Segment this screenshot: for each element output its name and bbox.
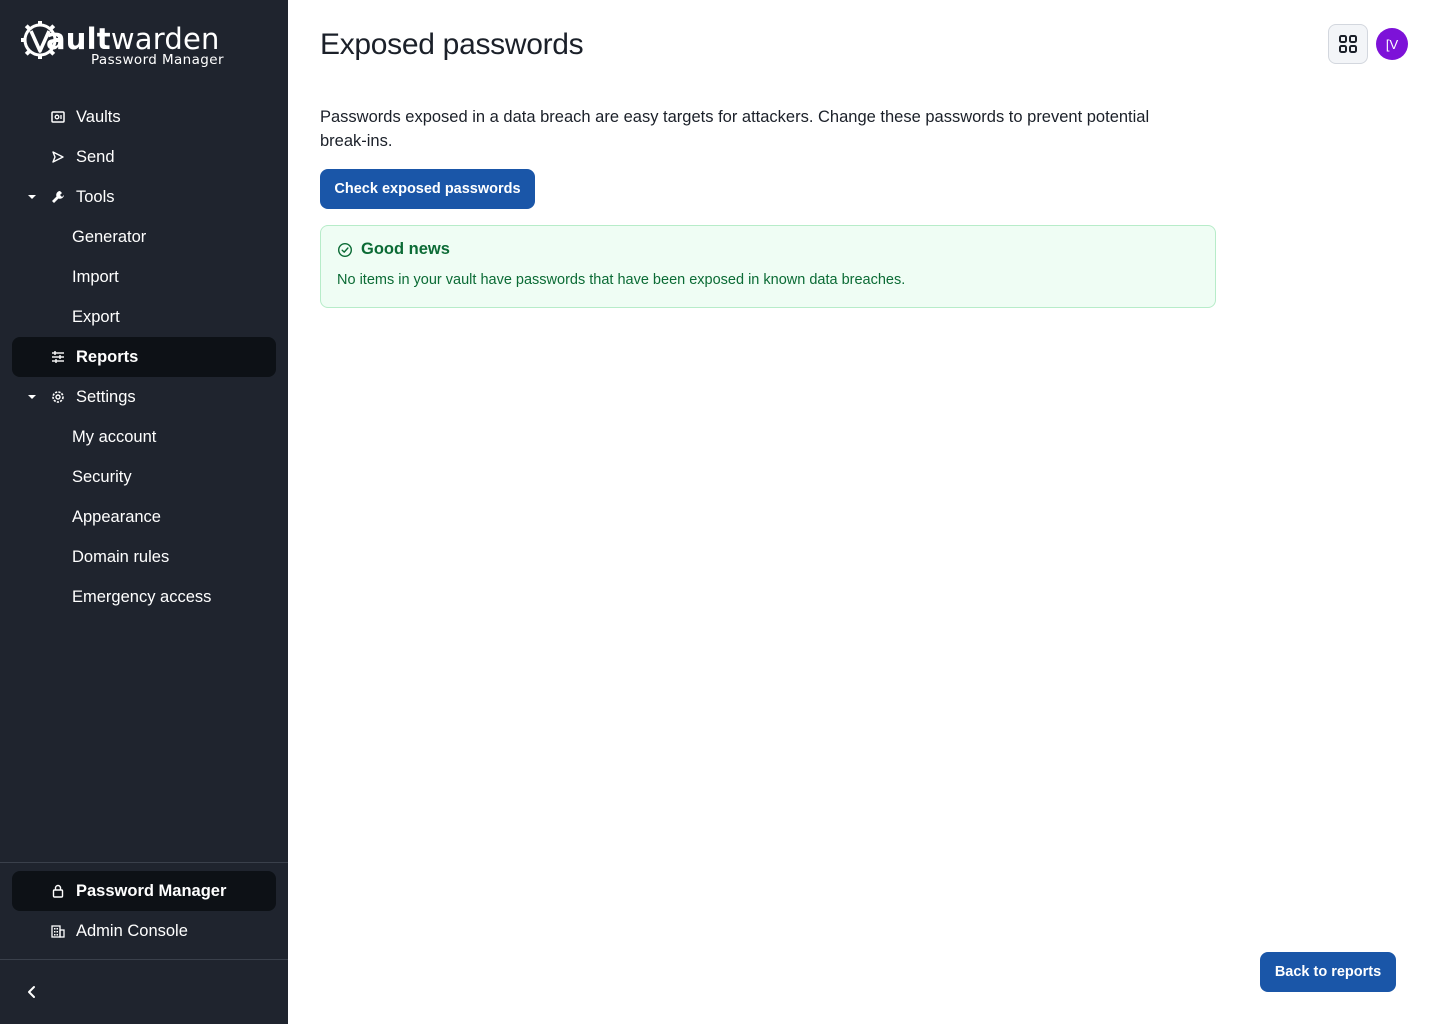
- sidebar-item-send[interactable]: Send: [12, 137, 276, 177]
- sidebar: aultwarden Password Manager Vaults Send …: [0, 0, 288, 1024]
- sidebar-item-label: My account: [72, 428, 157, 446]
- sidebar-item-label: Appearance: [72, 508, 161, 526]
- product-password-manager[interactable]: Password Manager: [12, 871, 276, 911]
- page-description: Passwords exposed in a data breach are e…: [320, 108, 1150, 150]
- lock-icon: [52, 884, 64, 898]
- sidebar-item-label: Tools: [76, 188, 115, 206]
- sidebar-item-vaults[interactable]: Vaults: [12, 97, 276, 137]
- product-switcher-button[interactable]: [1328, 24, 1368, 64]
- check-exposed-passwords-button[interactable]: Check exposed passwords: [320, 169, 535, 209]
- brand-subtitle: Password Manager: [91, 52, 224, 68]
- product-switcher: Password Manager Admin Console: [12, 871, 276, 951]
- check-circle-icon: [337, 242, 353, 258]
- sidebar-item-label: Emergency access: [72, 588, 212, 606]
- header-actions: [V: [1328, 24, 1420, 64]
- sidebar-divider: [0, 959, 288, 960]
- sidebar-item-label: Export: [72, 308, 120, 326]
- vaultwarden-logo[interactable]: aultwarden Password Manager: [20, 18, 230, 72]
- sidebar-item-settings[interactable]: Settings: [12, 377, 276, 417]
- success-callout: Good news No items in your vault have pa…: [320, 225, 1216, 308]
- gear-icon: [52, 391, 64, 403]
- sliders-icon: [52, 351, 64, 363]
- sidebar-item-security[interactable]: Security: [12, 457, 276, 497]
- sidebar-item-reports[interactable]: Reports: [12, 337, 276, 377]
- back-to-reports-button[interactable]: Back to reports: [1260, 952, 1396, 992]
- callout-title: Good news: [361, 240, 450, 258]
- callout-text: No items in your vault have passwords th…: [337, 272, 906, 288]
- sidebar-item-label: Import: [72, 268, 119, 286]
- collapse-sidebar-icon[interactable]: [20, 980, 44, 1004]
- sidebar-item-emergency-access[interactable]: Emergency access: [12, 577, 276, 617]
- product-admin-console[interactable]: Admin Console: [12, 911, 276, 951]
- avatar[interactable]: [V: [1376, 28, 1408, 60]
- product-label: Admin Console: [76, 922, 188, 940]
- sidebar-item-label: Domain rules: [72, 548, 170, 566]
- caret-down-icon[interactable]: [26, 191, 38, 203]
- sidebar-item-tools[interactable]: Tools: [12, 177, 276, 217]
- sidebar-item-label: Reports: [76, 348, 139, 366]
- sidebar-nav: Vaults Send Tools Generator Import Expor…: [12, 97, 276, 617]
- sidebar-item-my-account[interactable]: My account: [12, 417, 276, 457]
- sidebar-item-appearance[interactable]: Appearance: [12, 497, 276, 537]
- building-icon: [51, 925, 65, 938]
- send-icon: [52, 151, 64, 163]
- sidebar-item-label: Vaults: [76, 108, 121, 126]
- sidebar-item-label: Security: [72, 468, 132, 486]
- page-title: Exposed passwords: [320, 28, 584, 61]
- brand-name: aultwarden: [46, 22, 220, 56]
- sidebar-item-generator[interactable]: Generator: [12, 217, 276, 257]
- sidebar-item-export[interactable]: Export: [12, 297, 276, 337]
- sidebar-item-import[interactable]: Import: [12, 257, 276, 297]
- sidebar-item-domain-rules[interactable]: Domain rules: [12, 537, 276, 577]
- product-label: Password Manager: [76, 882, 227, 900]
- vault-icon: [51, 111, 65, 123]
- caret-down-icon[interactable]: [26, 391, 38, 403]
- sidebar-divider: [0, 862, 288, 863]
- wrench-icon: [52, 191, 64, 203]
- sidebar-item-label: Generator: [72, 228, 147, 246]
- sidebar-item-label: Settings: [76, 388, 136, 406]
- sidebar-item-label: Send: [76, 148, 115, 166]
- grid-icon: [1339, 35, 1357, 53]
